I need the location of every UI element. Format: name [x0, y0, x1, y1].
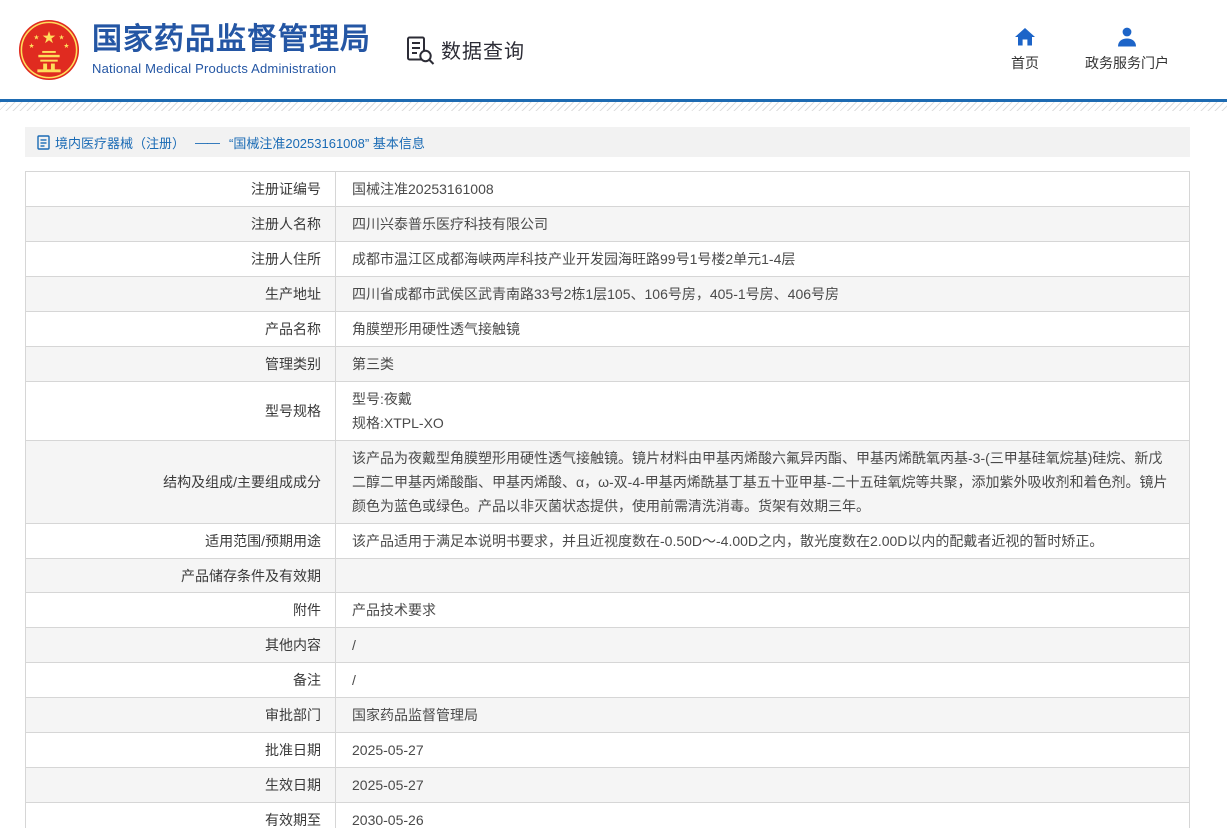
table-row: 型号规格型号:夜戴 规格:XTPL-XO — [26, 382, 1189, 441]
table-row: 适用范围/预期用途该产品适用于满足本说明书要求，并且近视度数在-0.50D～-4… — [26, 524, 1189, 559]
row-label: 附件 — [26, 593, 336, 627]
svg-text:★: ★ — [33, 34, 39, 41]
table-row: 批准日期2025-05-27 — [26, 733, 1189, 768]
row-label: 批准日期 — [26, 733, 336, 767]
row-label: 管理类别 — [26, 347, 336, 381]
page: ★ ★ ★ ★ ★ 国家药品监督管理局 National Medical Pro… — [0, 0, 1227, 828]
document-search-icon — [405, 35, 435, 65]
nav-item-home[interactable]: 首页 — [1011, 26, 1039, 73]
table-row: 产品储存条件及有效期 — [26, 559, 1189, 593]
header-nav: 首页 政务服务门户 — [1011, 26, 1169, 73]
site-subtitle: National Medical Products Administration — [92, 61, 371, 76]
row-value: 四川省成都市武侯区武青南路33号2栋1层105、106号房，405-1号房、40… — [336, 277, 1189, 311]
row-value: 2025-05-27 — [336, 733, 1189, 767]
svg-text:★: ★ — [29, 43, 35, 50]
nav-item-portal[interactable]: 政务服务门户 — [1085, 26, 1169, 73]
svg-text:★: ★ — [59, 34, 65, 41]
breadcrumb-current: “国械注准20253161008” 基本信息 — [229, 133, 425, 152]
nav-label-home: 首页 — [1011, 53, 1039, 73]
row-label: 注册证编号 — [26, 172, 336, 206]
row-label: 有效期至 — [26, 803, 336, 828]
row-value: 四川兴泰普乐医疗科技有限公司 — [336, 207, 1189, 241]
row-value: 该产品适用于满足本说明书要求，并且近视度数在-0.50D～-4.00D之内，散光… — [336, 524, 1189, 558]
row-value: / — [336, 663, 1189, 697]
row-value: 产品技术要求 — [336, 593, 1189, 627]
table-row: 备注/ — [26, 663, 1189, 698]
info-table: 注册证编号国械注准20253161008注册人名称四川兴泰普乐医疗科技有限公司注… — [25, 171, 1190, 828]
table-row: 有效期至2030-05-26 — [26, 803, 1189, 828]
table-row: 附件产品技术要求 — [26, 593, 1189, 628]
site-logo[interactable]: ★ ★ ★ ★ ★ 国家药品监督管理局 National Medical Pro… — [18, 19, 371, 81]
row-label: 注册人名称 — [26, 207, 336, 241]
data-query-label: 数据查询 — [441, 35, 525, 64]
row-value: / — [336, 628, 1189, 662]
row-label: 型号规格 — [26, 382, 336, 440]
row-label: 产品名称 — [26, 312, 336, 346]
row-label: 适用范围/预期用途 — [26, 524, 336, 558]
home-icon — [1014, 26, 1036, 48]
row-label: 生产地址 — [26, 277, 336, 311]
row-label: 审批部门 — [26, 698, 336, 732]
breadcrumb: 境内医疗器械（注册） —— “国械注准20253161008” 基本信息 — [25, 127, 1190, 157]
table-row: 审批部门国家药品监督管理局 — [26, 698, 1189, 733]
table-row: 结构及组成/主要组成成分该产品为夜戴型角膜塑形用硬性透气接触镜。镜片材料由甲基丙… — [26, 441, 1189, 524]
document-icon — [37, 135, 50, 150]
brand-text: 国家药品监督管理局 National Medical Products Admi… — [92, 23, 371, 76]
row-label: 结构及组成/主要组成成分 — [26, 441, 336, 523]
national-emblem-icon: ★ ★ ★ ★ ★ — [18, 19, 80, 81]
site-header: ★ ★ ★ ★ ★ 国家药品监督管理局 National Medical Pro… — [0, 0, 1227, 99]
breadcrumb-category[interactable]: 境内医疗器械（注册） — [55, 133, 185, 152]
hatch-band — [0, 102, 1227, 111]
row-value: 2025-05-27 — [336, 768, 1189, 802]
row-value: 角膜塑形用硬性透气接触镜 — [336, 312, 1189, 346]
table-row: 注册人住所成都市温江区成都海峡两岸科技产业开发园海旺路99号1号楼2单元1-4层 — [26, 242, 1189, 277]
table-row: 生产地址四川省成都市武侯区武青南路33号2栋1层105、106号房，405-1号… — [26, 277, 1189, 312]
row-value: 第三类 — [336, 347, 1189, 381]
row-label: 生效日期 — [26, 768, 336, 802]
row-value: 国家药品监督管理局 — [336, 698, 1189, 732]
row-value: 成都市温江区成都海峡两岸科技产业开发园海旺路99号1号楼2单元1-4层 — [336, 242, 1189, 276]
row-value: 该产品为夜戴型角膜塑形用硬性透气接触镜。镜片材料由甲基丙烯酸六氟异丙酯、甲基丙烯… — [336, 441, 1189, 523]
user-icon — [1116, 26, 1138, 48]
table-row: 产品名称角膜塑形用硬性透气接触镜 — [26, 312, 1189, 347]
row-value: 2030-05-26 — [336, 803, 1189, 828]
site-title: 国家药品监督管理局 — [92, 23, 371, 57]
row-label: 备注 — [26, 663, 336, 697]
nav-label-portal: 政务服务门户 — [1085, 53, 1169, 73]
table-row: 其他内容/ — [26, 628, 1189, 663]
data-query-link[interactable]: 数据查询 — [405, 35, 525, 65]
row-label: 产品储存条件及有效期 — [26, 559, 336, 592]
row-label: 注册人住所 — [26, 242, 336, 276]
row-value — [336, 559, 1189, 592]
table-row: 注册人名称四川兴泰普乐医疗科技有限公司 — [26, 207, 1189, 242]
svg-text:★: ★ — [63, 43, 69, 50]
table-row: 管理类别第三类 — [26, 347, 1189, 382]
svg-text:★: ★ — [42, 29, 57, 47]
table-row: 生效日期2025-05-27 — [26, 768, 1189, 803]
row-value: 型号:夜戴 规格:XTPL-XO — [336, 382, 1189, 440]
row-label: 其他内容 — [26, 628, 336, 662]
table-row: 注册证编号国械注准20253161008 — [26, 172, 1189, 207]
breadcrumb-separator: —— — [195, 135, 219, 150]
row-value: 国械注准20253161008 — [336, 172, 1189, 206]
